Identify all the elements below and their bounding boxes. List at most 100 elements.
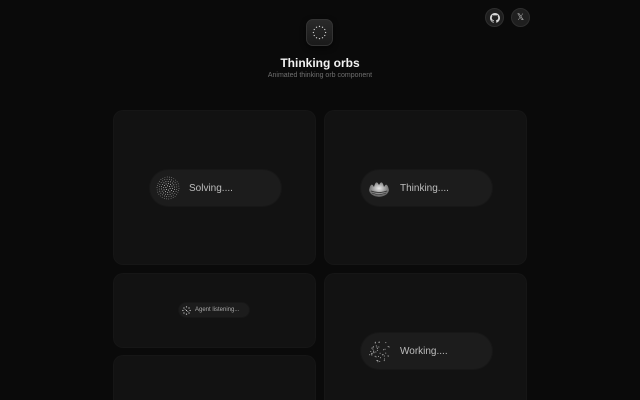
orb-dot xyxy=(176,181,178,183)
page-subtitle: Animated thinking orb component xyxy=(267,72,373,79)
orb-dot xyxy=(169,188,171,190)
status-pill-thinking: Thinking.... xyxy=(361,170,492,206)
orb-dot xyxy=(159,184,161,185)
orb-dot xyxy=(174,182,176,184)
orb-dot xyxy=(158,180,160,182)
orb-dot xyxy=(379,360,381,362)
orb-dot xyxy=(173,184,175,186)
orb-dot xyxy=(169,176,170,178)
orb-dot xyxy=(167,180,169,182)
orb-dot xyxy=(171,190,173,191)
orb-dot xyxy=(370,351,372,352)
orb-dot xyxy=(166,176,168,178)
orb-dot xyxy=(176,194,178,196)
x-icon: 𝕏 xyxy=(516,12,525,22)
orb-dot xyxy=(162,194,163,196)
orb-dot xyxy=(379,352,381,354)
orb-dot xyxy=(168,196,170,198)
orb-dot xyxy=(384,358,386,360)
orb-dot xyxy=(169,185,171,188)
orb-dot xyxy=(371,347,373,349)
orb-dot xyxy=(373,351,375,353)
github-button[interactable] xyxy=(485,8,504,27)
orb-dot xyxy=(384,348,386,350)
orb-dot xyxy=(172,194,174,196)
orb-dot xyxy=(167,194,169,196)
orb-dot xyxy=(176,188,178,190)
orb-dot xyxy=(376,360,378,361)
orb-dot xyxy=(174,188,175,190)
orb-dot xyxy=(375,345,377,347)
orb-dot xyxy=(167,189,169,191)
orb-dot xyxy=(173,191,175,192)
orb-dot xyxy=(175,184,177,186)
orb-dot xyxy=(161,186,162,188)
orb-dot xyxy=(383,355,385,357)
status-label: Solving.... xyxy=(189,182,233,194)
orb-dot xyxy=(171,182,173,184)
orb-dot xyxy=(177,183,179,185)
status-label: Thinking.... xyxy=(400,182,449,194)
orb-dot xyxy=(372,348,374,350)
status-pill-solving: Solving.... xyxy=(150,170,281,206)
orb-dot xyxy=(164,195,165,197)
page: Thinking orbs Animated thinking orb comp… xyxy=(0,0,640,400)
orb-dot xyxy=(163,187,165,189)
orb-dot xyxy=(160,179,162,180)
orb-dot xyxy=(383,349,385,351)
orb-dot xyxy=(161,184,163,185)
orb-dot xyxy=(375,356,377,358)
orb-dot xyxy=(175,191,177,192)
orb-dot xyxy=(165,193,166,195)
orb-dot xyxy=(166,198,167,200)
orb-dot xyxy=(157,182,159,184)
orb-dot xyxy=(174,186,175,188)
orb-dot xyxy=(387,355,389,357)
orb-dot xyxy=(385,352,387,354)
orb-dot xyxy=(178,185,180,187)
orb-dot xyxy=(381,354,383,356)
status-pill-working: Working.... xyxy=(361,333,492,369)
orb-dot xyxy=(168,178,170,180)
page-title: Thinking orbs xyxy=(280,56,360,70)
logo xyxy=(306,19,333,46)
status-pill-listening: Agent listening... xyxy=(179,303,249,317)
dotted-orb-icon xyxy=(182,305,191,315)
status-label: Agent listening... xyxy=(195,307,240,313)
orb-dot xyxy=(377,361,379,363)
orb-dot xyxy=(163,197,165,199)
orb-dot xyxy=(171,187,173,189)
orb-dot xyxy=(169,193,171,195)
orb-dot xyxy=(380,357,381,359)
orb-dot xyxy=(156,189,158,191)
orb-dot xyxy=(164,177,166,178)
orb-dot xyxy=(170,198,172,199)
orb-dot xyxy=(162,180,164,182)
orb-dot xyxy=(376,347,378,349)
orb-dot xyxy=(174,193,176,194)
orb-dot xyxy=(375,351,377,353)
orb-card-partial xyxy=(113,355,316,400)
orb-dot xyxy=(168,198,170,200)
orb-dot xyxy=(160,182,162,183)
x-button[interactable]: 𝕏 xyxy=(511,8,530,27)
orb-dot xyxy=(174,196,176,197)
orb-dot xyxy=(383,360,385,362)
orb-dot xyxy=(377,360,379,362)
orb-dot xyxy=(158,186,160,188)
orb-dot xyxy=(374,341,376,343)
orb-dot xyxy=(158,193,160,195)
orb-dot xyxy=(166,196,168,198)
orb-ring-icon xyxy=(312,25,327,40)
orb-dot xyxy=(163,189,165,191)
orb-dot xyxy=(374,355,376,357)
status-label: Working.... xyxy=(400,345,448,357)
orb-dot xyxy=(178,188,180,189)
orb-dot xyxy=(171,177,173,179)
orb-dot xyxy=(385,342,387,344)
orb-dot xyxy=(171,185,173,187)
orb-dot xyxy=(178,190,180,191)
orb-dot xyxy=(160,192,162,194)
orb-dot xyxy=(156,187,158,188)
orb-dot xyxy=(157,191,159,193)
